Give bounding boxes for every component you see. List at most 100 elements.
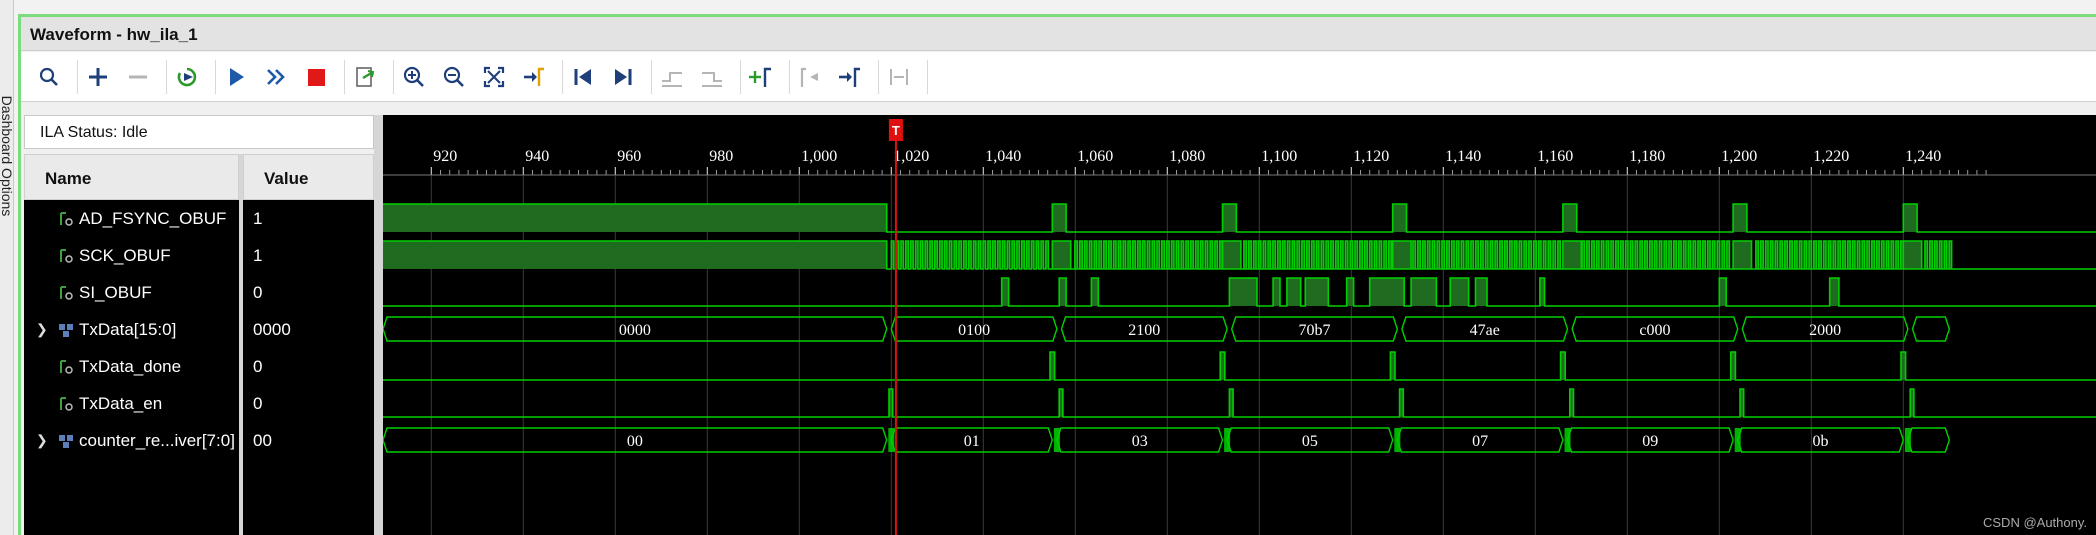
waveform-svg[interactable]: 920 940 960 980 1,000 1,020 1,040 1,060 1,080 1,1… — [383, 115, 2096, 535]
bus-signal-icon — [58, 321, 76, 339]
ruler-tick-label: 1,040 — [985, 148, 1021, 165]
add-marker-button[interactable] — [745, 61, 777, 93]
go-to-end-icon — [615, 69, 632, 85]
window-title: Waveform - hw_ila_1 — [30, 25, 198, 44]
signal-row[interactable]: TxData_en — [24, 385, 239, 422]
fast-forward-button[interactable] — [260, 61, 292, 93]
ruler-tick-label: 920 — [433, 148, 457, 165]
bus-transition-burst — [1564, 428, 1571, 452]
swap-cursor-button — [883, 61, 915, 93]
toolbar-separator — [740, 60, 741, 94]
add-marker-icon — [749, 67, 771, 87]
wave-high-fill — [1286, 278, 1301, 306]
name-column-header[interactable]: Name — [24, 154, 239, 200]
search-icon — [39, 67, 58, 86]
zoom-fit-button[interactable] — [478, 61, 510, 93]
bit-waveform — [383, 351, 2096, 381]
wave-high-fill — [1392, 241, 1412, 269]
bus-signal-icon — [59, 435, 73, 448]
wave-high-fill — [1369, 278, 1405, 306]
next-transition-icon — [702, 72, 722, 87]
signal-value: 1 — [253, 246, 263, 265]
toolbar-separator — [789, 60, 790, 94]
signal-name: AD_FSYNC_OBUF — [79, 209, 227, 228]
signal-value-row: 1 — [243, 237, 374, 274]
bus-signal-icon — [59, 324, 73, 337]
wave-high-fill — [1450, 278, 1469, 306]
ruler-tick-label: 980 — [709, 148, 733, 165]
toolbar-separator — [878, 60, 879, 94]
signal-value-row: 0 — [243, 348, 374, 385]
toolbar-separator — [927, 60, 928, 94]
zoom-in-button[interactable] — [398, 61, 430, 93]
signal-row[interactable]: TxData_done — [24, 348, 239, 385]
waveform-toolbar — [21, 52, 2096, 102]
go-to-end-button[interactable] — [607, 61, 639, 93]
bus-signal-icon — [58, 432, 76, 450]
export-button[interactable] — [349, 61, 381, 93]
export-icon — [356, 67, 375, 87]
play-icon — [230, 68, 244, 86]
wave-high-fill — [1562, 241, 1582, 269]
run-trigger-button[interactable] — [171, 61, 203, 93]
toolbar-separator — [344, 60, 345, 94]
swap-cursor-icon — [890, 69, 908, 85]
bus-transition-burst — [888, 428, 895, 452]
wave-high-fill — [1903, 241, 1922, 269]
bit-signal-icon — [60, 397, 73, 411]
trigger-marker-label: T — [892, 123, 900, 138]
signal-row[interactable]: ❯ counter_re...iver[7:0] — [24, 422, 239, 459]
next-marker-button[interactable] — [834, 61, 866, 93]
bus-transition-burst — [1904, 428, 1911, 452]
toolbar-separator — [393, 60, 394, 94]
wave-divider[interactable] — [374, 115, 383, 535]
go-to-cursor-button[interactable] — [518, 61, 550, 93]
signal-row[interactable]: SI_OBUF — [24, 274, 239, 311]
bit-signal-icon — [60, 286, 73, 300]
expand-chevron-icon[interactable]: ❯ — [36, 432, 48, 449]
wave-high-fill — [1733, 204, 1747, 232]
bit-signal-icon — [60, 360, 73, 374]
ruler-tick-label: 1,080 — [1169, 148, 1205, 165]
wave-high-fill — [1305, 278, 1329, 306]
previous-marker-button — [794, 61, 826, 93]
ruler-tick-label: 1,000 — [801, 148, 837, 165]
signal-row[interactable]: SCK_OBUF — [24, 237, 239, 274]
play-button[interactable] — [220, 61, 252, 93]
left-side-strip: Dashboard Options — [0, 0, 15, 535]
signal-value: 0 — [253, 357, 263, 376]
bit-signal-icon — [58, 284, 76, 302]
wave-high-fill — [1562, 204, 1577, 232]
signal-row[interactable]: AD_FSYNC_OBUF — [24, 200, 239, 237]
waveform-canvas[interactable]: 920 940 960 980 1,000 1,020 1,040 1,060 1,080 1,1… — [383, 115, 2096, 535]
wave-high-fill — [1475, 278, 1487, 306]
signal-name: SCK_OBUF — [79, 246, 171, 265]
signal-value-row: 0 — [243, 274, 374, 311]
bit-waveform — [383, 388, 2096, 418]
add-button[interactable] — [82, 61, 114, 93]
toolbar-separator — [215, 60, 216, 94]
wave-high-fill — [1222, 204, 1237, 232]
wave-high-fill — [383, 204, 887, 232]
stop-button[interactable] — [300, 61, 332, 93]
bus-transition-burst — [1394, 428, 1401, 452]
signal-value-row: 1 — [243, 200, 374, 237]
dashboard-options-label: Dashboard Options — [0, 95, 15, 217]
next-transition-button — [696, 61, 728, 93]
ruler-tick-label: 1,060 — [1077, 148, 1113, 165]
bus-value-label: 47ae — [1470, 322, 1500, 339]
fast-forward-icon — [267, 69, 285, 85]
go-to-start-button[interactable] — [567, 61, 599, 93]
expand-chevron-icon[interactable]: ❯ — [36, 321, 48, 338]
previous-transition-icon — [662, 72, 682, 87]
dashboard-options-tab[interactable]: Dashboard Options — [0, 70, 15, 240]
value-column-header[interactable]: Value — [243, 154, 374, 200]
bus-value-label: 0100 — [958, 322, 990, 339]
bit-signal-icon — [60, 212, 73, 226]
previous-transition-button — [656, 61, 688, 93]
search-button[interactable] — [33, 61, 65, 93]
signal-name: TxData_done — [79, 357, 182, 376]
toolbar-separator — [77, 60, 78, 94]
zoom-out-button[interactable] — [438, 61, 470, 93]
signal-row[interactable]: ❯ TxData[15:0] — [24, 311, 239, 348]
